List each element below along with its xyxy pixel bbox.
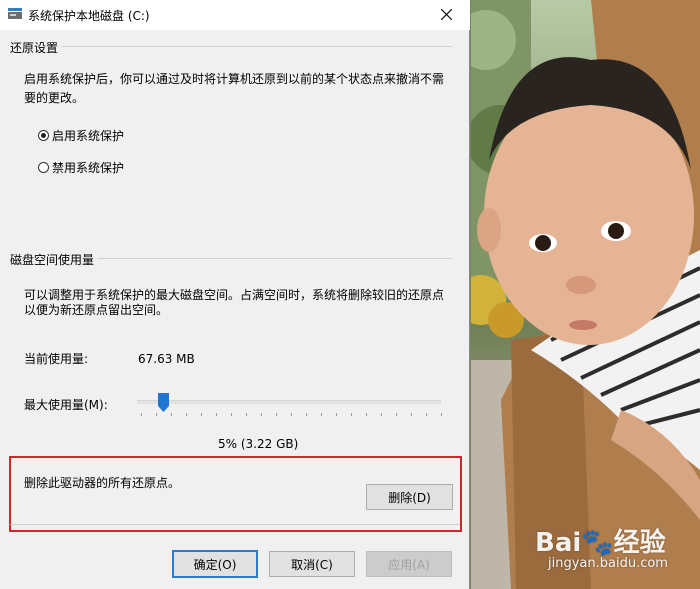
radio-button-checked[interactable] [38, 129, 49, 141]
max-usage-label: 最大使用量(M): [24, 398, 108, 412]
ok-button[interactable]: 确定(O) [172, 550, 258, 578]
disk-usage-heading: 磁盘空间使用量 [10, 253, 95, 267]
slider-tick [186, 413, 187, 416]
slider-tick [396, 413, 397, 416]
radio-disable-protection[interactable]: 禁用系统保护 [38, 159, 124, 175]
slider-tick [156, 413, 157, 416]
system-protection-dialog: 系统保护本地磁盘 (C:) 还原设置 启用系统保护后，你可以通过及时将计算机还原… [0, 0, 470, 589]
cancel-button[interactable]: 取消(C) [269, 551, 355, 577]
restore-settings-heading: 还原设置 [10, 41, 59, 55]
slider-tick [216, 413, 217, 416]
drive-icon [8, 8, 22, 19]
close-icon [441, 9, 452, 20]
slider-tick [246, 413, 247, 416]
delete-description: 删除此驱动器的所有还原点。 [24, 476, 181, 490]
delete-button[interactable]: 删除(D) [366, 484, 453, 510]
slider-tick [351, 413, 352, 416]
restore-description-line1: 启用系统保护后，你可以通过及时将计算机还原到以前的某个状态点来撤消不需 [24, 72, 445, 86]
baidu-jingyan-logo: Bai🐾经验 [535, 528, 666, 558]
slider-tick [441, 413, 442, 416]
slider-tick [201, 413, 202, 416]
max-usage-slider-track[interactable] [137, 400, 441, 404]
slider-tick [261, 413, 262, 416]
background-photo [471, 0, 700, 589]
apply-button[interactable]: 应用(A) [366, 551, 452, 577]
baby-photo [471, 0, 700, 589]
slider-tick [231, 413, 232, 416]
title-bar: 系统保护本地磁盘 (C:) [0, 0, 470, 30]
slider-tick [381, 413, 382, 416]
disk-description-line2: 以便为新还原点留出空间。 [24, 303, 169, 317]
radio-label: 启用系统保护 [52, 128, 125, 143]
slider-tick [336, 413, 337, 416]
max-usage-value: 5% (3.22 GB) [218, 437, 299, 451]
radio-enable-protection[interactable]: 启用系统保护 [38, 127, 124, 143]
window-title: 系统保护本地磁盘 (C:) [28, 9, 150, 23]
current-usage-label: 当前使用量: [24, 352, 89, 366]
slider-tick [426, 413, 427, 416]
slider-tick [276, 413, 277, 416]
slider-tick [321, 413, 322, 416]
radio-button[interactable] [38, 161, 49, 173]
close-button[interactable] [424, 0, 470, 30]
section-divider [10, 524, 460, 525]
radio-label: 禁用系统保护 [52, 160, 125, 175]
slider-tick [291, 413, 292, 416]
watermark-url: jingyan.baidu.com [548, 556, 668, 571]
max-usage-slider-thumb[interactable] [157, 393, 169, 412]
slider-tick [171, 413, 172, 416]
section-divider [62, 46, 452, 47]
slider-tick [366, 413, 367, 416]
slider-tick [411, 413, 412, 416]
section-divider [98, 258, 452, 259]
restore-description-line2: 要的更改。 [24, 91, 85, 105]
slider-tick [306, 413, 307, 416]
slider-tick [141, 413, 142, 416]
current-usage-value: 67.63 MB [138, 352, 195, 366]
